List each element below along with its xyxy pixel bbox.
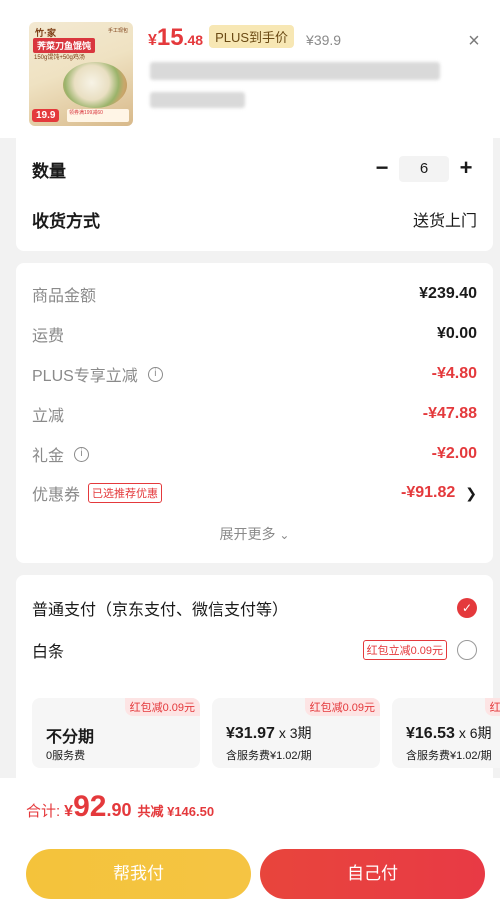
plus-price-badge: PLUS到手价 [209, 25, 295, 48]
quantity-input[interactable]: 6 [399, 156, 449, 182]
installment-option[interactable]: 红包减0.09元 ¥31.97 x 3期 含服务费¥1.02/期 [212, 698, 380, 768]
product-thumbnail: 竹·家 手工现包 荠菜刀鱼馄饨 150g馄饨+50g鸡汤 19.9 领券满199… [29, 22, 133, 126]
fee-value: ¥239.40 [419, 285, 477, 302]
price-row: ¥ 15 .48 PLUS到手价 ¥39.9 [148, 24, 341, 52]
thumb-subtitle: 150g馄饨+50g鸡汤 [34, 55, 85, 61]
radio-button[interactable] [457, 640, 477, 660]
installment-fee: 含服务费¥1.02/期 [226, 750, 312, 762]
blurred-title-line [150, 62, 440, 80]
thumb-tagline: 手工现包 [107, 28, 128, 34]
fee-row: PLUS专享立减 i -¥4.80 [32, 361, 477, 387]
installment-tag: 红包减0.09元 [124, 698, 200, 716]
close-icon[interactable]: × [463, 30, 485, 52]
fee-row: 运费 ¥0.00 [32, 321, 477, 347]
chevron-right-icon: ❯ [465, 484, 477, 501]
price-currency: ¥ [148, 32, 157, 49]
dumpling-bowl-image [63, 62, 127, 108]
installment-main: ¥31.97 x 3期 [226, 725, 312, 742]
fee-label-with-info: PLUS专享立减 i [32, 362, 163, 386]
quantity-label: 数量 [32, 161, 66, 181]
help-pay-button[interactable]: 帮我付 [26, 849, 251, 899]
shipping-label: 收货方式 [32, 211, 100, 231]
total-savings: 共减 ¥146.50 [137, 804, 215, 819]
baitiao-row[interactable]: 白条 红包立减0.09元 [32, 637, 477, 663]
fee-value: -¥47.88 [422, 405, 477, 422]
thumb-product-name: 荠菜刀鱼馄饨 [33, 38, 96, 53]
fee-label: 优惠券 [32, 487, 81, 504]
fee-row: 商品金额 ¥239.40 [32, 281, 477, 307]
installment-option[interactable]: 红包减0.09元 不分期 0服务费 [32, 698, 200, 768]
total-label: 合计: [26, 803, 61, 820]
fee-label: PLUS专享立减 [32, 368, 138, 385]
normal-pay-label: 普通支付（京东支付、微信支付等） [32, 602, 289, 619]
installment-tag: 红包减0.09元 [304, 698, 380, 716]
coupon-row[interactable]: 优惠券 已选推荐优惠 -¥91.82 ❯ [32, 480, 477, 506]
coupon-value-group: -¥91.82 ❯ [401, 484, 477, 502]
installment-fee: 含服务费¥1.02/期 [406, 750, 492, 762]
decrease-button[interactable]: − [371, 157, 393, 180]
thumb-price-badge: 19.9 [32, 109, 60, 122]
chevron-down-icon: ⌄ [279, 528, 290, 542]
fee-label: 运费 [32, 328, 65, 345]
quantity-row: 数量 − 6 + [32, 154, 477, 184]
total-currency: ¥ [64, 803, 74, 820]
installment-options: 红包减0.09元 不分期 0服务费 红包减0.09元 ¥31.97 x 3期 含… [32, 698, 500, 768]
shipping-value: 送货上门 [412, 213, 477, 230]
product-header: 竹·家 手工现包 荠菜刀鱼馄饨 150g馄饨+50g鸡汤 19.9 领券满199… [0, 0, 500, 138]
checkmark-icon[interactable]: ✓ [457, 598, 477, 618]
info-icon[interactable]: i [74, 446, 90, 462]
expand-more-button[interactable]: 展开更多 ⌄ [16, 524, 493, 544]
order-total: 合计: ¥ 92 .90 共减 ¥146.50 [26, 790, 214, 824]
baitiao-label: 白条 [32, 644, 65, 661]
total-integer: 92 [73, 790, 107, 823]
baitiao-promo-tag: 红包立减0.09元 [362, 640, 447, 660]
fee-label-with-tag: 优惠券 已选推荐优惠 [32, 481, 163, 505]
baitiao-right: 红包立减0.09元 [362, 640, 477, 660]
fee-label: 立减 [32, 408, 65, 425]
original-price: ¥39.9 [306, 32, 342, 48]
quantity-stepper: − 6 + [371, 156, 477, 182]
self-pay-button[interactable]: 自己付 [260, 849, 485, 899]
coupon-tag: 已选推荐优惠 [88, 483, 163, 503]
installment-option[interactable]: 红包减0.09元 ¥16.53 x 6期 含服务费¥1.02/期 [392, 698, 500, 768]
installment-tag: 红包减0.09元 [484, 698, 500, 716]
normal-pay-row[interactable]: 普通支付（京东支付、微信支付等） ✓ [32, 595, 477, 621]
shipping-row[interactable]: 收货方式 送货上门 [32, 204, 477, 234]
fee-label: 礼金 [32, 448, 65, 465]
price-decimal: .48 [183, 32, 204, 48]
installment-main: ¥16.53 x 6期 [406, 725, 492, 742]
thumb-promo-strip: 领券满199减60 [67, 109, 129, 122]
fee-value: -¥91.82 [401, 484, 456, 501]
installment-main: 不分期 [46, 729, 95, 746]
fee-value: ¥0.00 [436, 325, 477, 342]
increase-button[interactable]: + [455, 157, 477, 180]
installment-fee: 0服务费 [46, 750, 86, 762]
fee-value: -¥4.80 [431, 365, 477, 382]
options-card: 数量 − 6 + 收货方式 送货上门 [16, 138, 493, 251]
fee-row: 立减 -¥47.88 [32, 401, 477, 427]
payment-card: 普通支付（京东支付、微信支付等） ✓ 白条 红包立减0.09元 红包减0.09元… [16, 575, 500, 778]
fee-breakdown-card: 商品金额 ¥239.40 运费 ¥0.00 PLUS专享立减 i -¥4.80 … [16, 263, 493, 563]
fee-label-with-info: 礼金 i [32, 442, 90, 466]
total-decimal: .90 [106, 800, 132, 820]
fee-label: 商品金额 [32, 288, 97, 305]
checkout-footer: 合计: ¥ 92 .90 共减 ¥146.50 帮我付 自己付 [0, 778, 500, 913]
price-integer: 15 [156, 24, 184, 51]
blurred-title-line [150, 92, 245, 108]
fee-value: -¥2.00 [431, 445, 477, 462]
fee-row: 礼金 i -¥2.00 [32, 441, 477, 467]
info-icon[interactable]: i [147, 366, 163, 382]
expand-more-label: 展开更多 [219, 526, 276, 542]
